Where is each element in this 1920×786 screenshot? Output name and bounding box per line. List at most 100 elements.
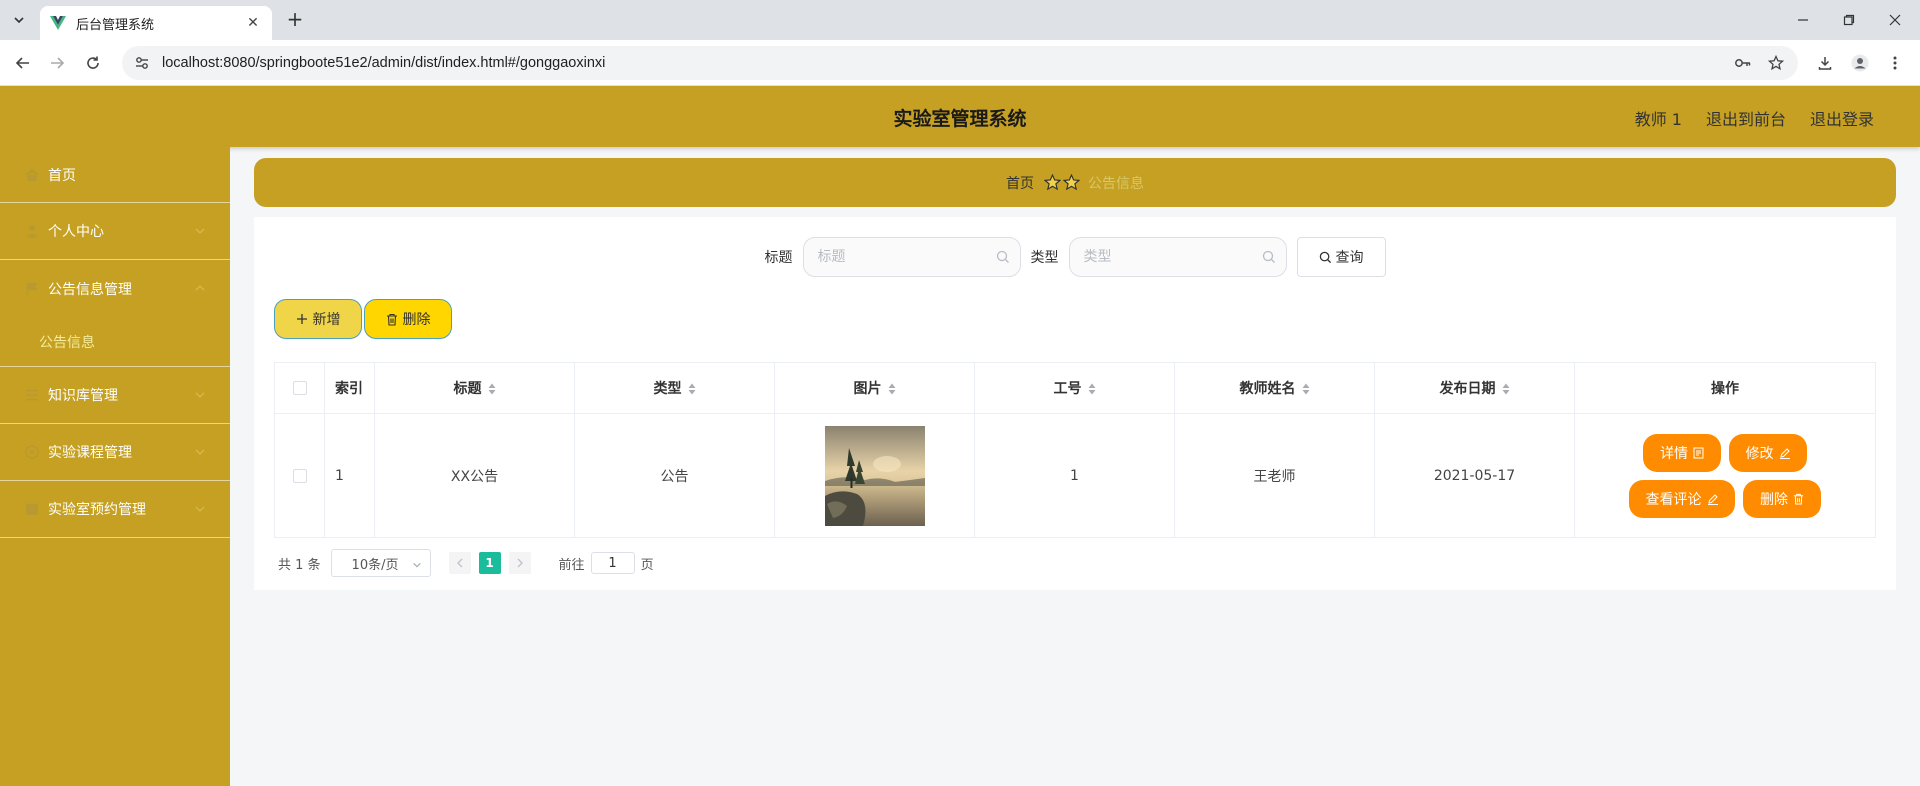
- chevron-down-icon: [195, 228, 205, 234]
- type-filter-label: 类型: [1030, 250, 1059, 266]
- star-outline-icon: [1063, 174, 1080, 191]
- arrow-left-icon: [15, 57, 29, 69]
- search-icon: [1262, 250, 1275, 263]
- logout-link[interactable]: 退出登录: [1810, 106, 1874, 130]
- table-row: 1 XX公告 公告 1 王老师 2021-05-17 详情 修改 查看评论 删除: [274, 413, 1876, 538]
- breadcrumb-home[interactable]: 首页: [1006, 173, 1034, 193]
- search-icon: [1319, 251, 1331, 263]
- browser-tabstrip: 后台管理系统 ✕ +: [0, 0, 1920, 40]
- title-filter-wrapper: [802, 237, 1021, 277]
- batch-delete-button[interactable]: 删除: [364, 299, 452, 339]
- close-icon: [1889, 14, 1901, 26]
- select-all-checkbox[interactable]: [292, 381, 307, 395]
- goto-page-input[interactable]: 1: [590, 552, 635, 574]
- edit-button[interactable]: 修改: [1729, 433, 1807, 472]
- compass-icon: [24, 444, 40, 460]
- browser-tab-active[interactable]: 后台管理系统 ✕: [40, 6, 272, 40]
- sidebar-item-lab-course[interactable]: 实验课程管理: [0, 424, 230, 481]
- next-page-button[interactable]: [508, 552, 531, 574]
- cell-date: 2021-05-17: [1374, 413, 1575, 538]
- browser-menu-button[interactable]: [1882, 50, 1908, 76]
- sidebar-item-personal-center[interactable]: 个人中心: [0, 203, 230, 260]
- new-tab-button[interactable]: +: [282, 8, 308, 32]
- sidebar-item-label: 首页: [48, 167, 76, 184]
- vue-logo-icon: [50, 16, 66, 30]
- edit-pencil-icon: [1779, 447, 1790, 459]
- exit-to-front-link[interactable]: 退出到前台: [1706, 106, 1786, 130]
- sort-caret-icon[interactable]: [1088, 383, 1096, 395]
- profile-button[interactable]: [1847, 50, 1873, 76]
- column-header-label: 图片: [853, 381, 882, 397]
- sidebar-item-label: 实验课程管理: [48, 445, 132, 461]
- pagination-total: 共 1 条: [278, 557, 321, 573]
- password-key-button[interactable]: [1730, 50, 1756, 76]
- sidebar-item-label: 公告信息管理: [48, 281, 132, 298]
- sidebar-item-notice-management[interactable]: 公告信息管理: [0, 260, 230, 317]
- trash-icon: [1793, 493, 1804, 505]
- row-delete-button-label: 删除: [1760, 491, 1788, 508]
- close-window-button[interactable]: [1872, 0, 1918, 40]
- arrow-right-icon: [51, 57, 65, 69]
- row-checkbox[interactable]: [292, 468, 307, 483]
- column-header-date[interactable]: 发布日期: [1374, 362, 1575, 414]
- sidebar-item-lab-reservation[interactable]: 实验室预约管理: [0, 481, 230, 538]
- minimize-button[interactable]: [1780, 0, 1826, 40]
- row-delete-button[interactable]: 删除: [1743, 479, 1821, 518]
- page-number-current[interactable]: 1: [478, 552, 501, 574]
- title-search-input[interactable]: [803, 238, 1020, 276]
- sort-caret-icon[interactable]: [1502, 383, 1510, 395]
- back-button[interactable]: [10, 50, 36, 76]
- view-comments-button[interactable]: 查看评论: [1629, 479, 1735, 518]
- page-size-select[interactable]: 10条/页: [330, 549, 431, 577]
- site-info-icon[interactable]: [134, 55, 150, 71]
- column-header-job-no[interactable]: 工号: [974, 362, 1175, 414]
- column-header-image[interactable]: 图片: [774, 362, 975, 414]
- sidebar-item-home[interactable]: 首页: [0, 147, 230, 203]
- home-icon: [24, 167, 40, 183]
- sidebar-item-label: 公告信息: [39, 334, 95, 351]
- sidebar-item-knowledge-base[interactable]: 知识库管理: [0, 367, 230, 424]
- reload-button[interactable]: [80, 50, 106, 76]
- table-header-row: 索引 标题 类型 图片 工号 教师姓名 发布日期 操作: [274, 362, 1876, 414]
- column-header-label: 工号: [1053, 381, 1082, 397]
- sort-caret-icon[interactable]: [488, 383, 496, 395]
- key-icon: [1735, 59, 1751, 67]
- column-header-title[interactable]: 标题: [374, 362, 575, 414]
- restore-button[interactable]: [1826, 0, 1872, 40]
- list-icon: [24, 387, 40, 403]
- add-button[interactable]: 新增: [274, 299, 362, 339]
- search-icon: [996, 250, 1009, 263]
- sidebar-item-label: 知识库管理: [48, 388, 118, 404]
- browser-toolbar: localhost:8080/springboote51e2/admin/dis…: [0, 40, 1920, 86]
- app-title: 实验室管理系统: [893, 108, 1027, 130]
- tab-search-button[interactable]: [6, 7, 32, 33]
- sort-caret-icon[interactable]: [1302, 383, 1310, 395]
- sidebar-item-label: 实验室预约管理: [48, 502, 146, 518]
- sidebar: 首页 个人中心 公告信息管理 公告信息 知识库管理 实验课程管理 实验室预约管理: [0, 147, 230, 786]
- star-icon: [1768, 55, 1784, 71]
- sort-caret-icon[interactable]: [688, 383, 696, 395]
- column-header-teacher[interactable]: 教师姓名: [1174, 362, 1375, 414]
- tab-close-icon[interactable]: ✕: [244, 15, 262, 31]
- profile-avatar-icon: [1851, 54, 1869, 72]
- breadcrumb-separator: [1044, 174, 1080, 191]
- address-bar[interactable]: localhost:8080/springboote51e2/admin/dis…: [122, 46, 1798, 80]
- type-search-input[interactable]: [1069, 238, 1286, 276]
- edit-pencil-icon: [1707, 493, 1718, 505]
- calendar-icon: [24, 501, 40, 517]
- bookmark-button[interactable]: [1763, 50, 1789, 76]
- reload-icon: [87, 56, 99, 69]
- column-header-type[interactable]: 类型: [574, 362, 775, 414]
- downloads-button[interactable]: [1812, 50, 1838, 76]
- cell-job-no: 1: [974, 413, 1175, 538]
- breadcrumb: 首页 公告信息: [254, 158, 1896, 207]
- notice-thumbnail-image: [824, 425, 925, 526]
- sort-caret-icon[interactable]: [888, 383, 896, 395]
- breadcrumb-current: 公告信息: [1088, 175, 1144, 192]
- row-select-cell: [274, 413, 325, 538]
- query-button[interactable]: 查询: [1296, 237, 1386, 277]
- sidebar-item-notice-info[interactable]: 公告信息: [0, 317, 230, 367]
- forward-button[interactable]: [44, 50, 70, 76]
- detail-button[interactable]: 详情: [1643, 433, 1721, 472]
- prev-page-button[interactable]: [448, 552, 471, 574]
